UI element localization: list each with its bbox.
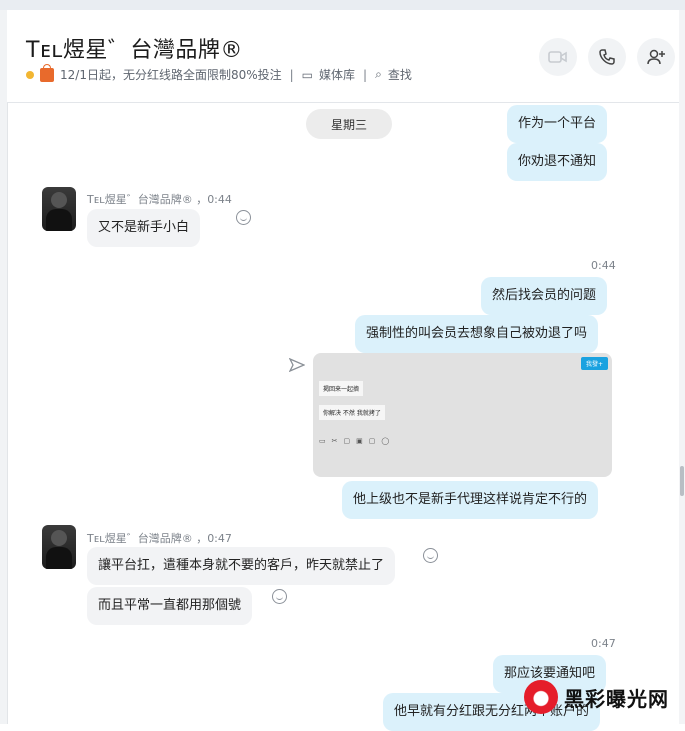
reaction-smile-icon[interactable] [236, 210, 251, 225]
reaction-smile-icon[interactable] [423, 548, 438, 563]
video-camera-icon [548, 51, 567, 63]
incoming-message[interactable]: 讓平台扛，遣種本身就不要的客戶，昨天就禁止了 [87, 547, 396, 585]
pin-icon [26, 70, 34, 79]
forward-icon[interactable] [289, 358, 305, 372]
outgoing-message[interactable]: 你劝退不通知 [507, 143, 608, 181]
chat-header: Tᴇʟ煜星゛台灣品牌® 12/1日起，无分红线路全面限制80%投注 | ▭ 媒体… [7, 10, 679, 103]
reaction-smile-icon[interactable] [272, 589, 287, 604]
watermark-text: 黑彩曝光网 [564, 686, 669, 711]
preview-line: 你解决 不然 我就拷了 [319, 405, 385, 420]
scrollbar-track[interactable] [679, 10, 685, 724]
incoming-message[interactable]: 又不是新手小白 [87, 209, 201, 247]
outgoing-message[interactable]: 然后找会员的问题 [481, 277, 608, 315]
chat-subline: 12/1日起，无分红线路全面限制80%投注 | ▭ 媒体库 | ⌕ 查找 [26, 63, 412, 83]
chat-title: Tᴇʟ煜星゛台灣品牌® [26, 38, 243, 63]
outgoing-message[interactable]: 作为一个平台 [507, 105, 608, 143]
shopping-bag-icon [40, 63, 54, 82]
voice-call-button[interactable] [588, 38, 626, 76]
search-icon: ⌕ [375, 67, 382, 81]
day-separator: 星期三 [306, 109, 392, 139]
add-member-button[interactable] [637, 38, 675, 76]
incoming-message[interactable]: 而且平常一直都用那個號 [87, 587, 253, 625]
avatar[interactable] [42, 525, 76, 569]
separator: | [363, 67, 368, 82]
outgoing-message[interactable]: 他上级也不是新手代理这样说肯定不行的 [342, 481, 599, 519]
media-library-link[interactable]: 媒体库 [319, 66, 355, 83]
preview-toolbar-icons: ▭✂▢▣▢◯ [319, 437, 396, 445]
message-list[interactable]: 星期三 作为一个平台 你劝退不通知 Tᴇʟ煜星゛台灣品牌® ，0:44 又不是新… [7, 103, 679, 731]
sender-name-time: Tᴇʟ煜星゛台灣品牌® ，0:44 [87, 193, 232, 206]
phone-icon [599, 49, 615, 65]
site-watermark: 黑彩曝光网 [524, 680, 669, 714]
watermark-logo-icon [524, 680, 558, 714]
avatar[interactable] [42, 187, 76, 231]
add-user-icon [647, 49, 665, 65]
message-time: 0:44 [591, 259, 616, 272]
search-link[interactable]: 查找 [388, 66, 412, 83]
outgoing-message[interactable]: 强制性的叫会员去想象自己被劝退了吗 [355, 315, 599, 353]
message-time: 0:47 [591, 637, 616, 650]
preview-tag: 我發+ [580, 357, 608, 370]
preview-line: 掲回来一起擠 [319, 381, 364, 396]
scrollbar-thumb[interactable] [680, 466, 684, 496]
image-message[interactable]: 我發+ 掲回来一起擠 你解决 不然 我就拷了 ▭✂▢▣▢◯ [313, 353, 612, 477]
video-call-button[interactable] [539, 38, 577, 76]
pinned-notice[interactable]: 12/1日起，无分红线路全面限制80%投注 [60, 66, 282, 83]
media-icon: ▭ [301, 67, 314, 82]
separator: | [289, 67, 294, 82]
sender-name-time: Tᴇʟ煜星゛台灣品牌® ，0:47 [87, 532, 232, 545]
